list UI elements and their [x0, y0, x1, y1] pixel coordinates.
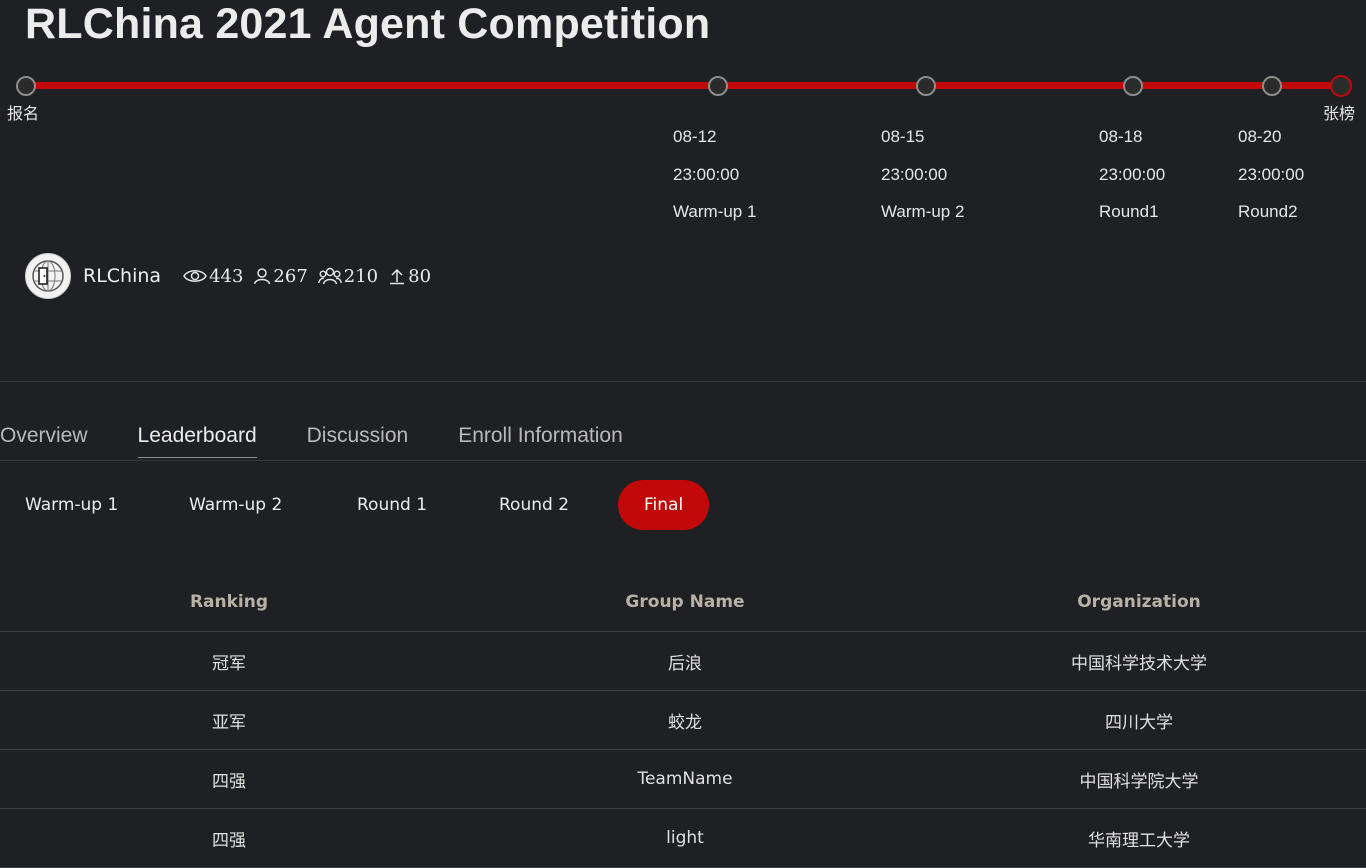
main-tabs: Overview Leaderboard Discussion Enroll I… — [0, 424, 673, 458]
stage-date: 08-20 — [1238, 127, 1282, 146]
stage-name: Round2 — [1238, 202, 1298, 221]
ranking-cell: 四强 — [0, 749, 458, 809]
table-row: 冠军 后浪 中国科学技术大学 — [0, 631, 1366, 691]
ranking-cell: 冠军 — [0, 631, 458, 691]
timeline-node-round1 — [1123, 76, 1143, 96]
views-count: 443 — [209, 265, 244, 287]
timeline-node-warmup1 — [708, 76, 728, 96]
timeline-stage-warmup1: 08-12 23:00:00 Warm-up 1 — [673, 118, 756, 231]
group-name-cell: TeamName — [458, 749, 912, 809]
upload-icon — [390, 268, 405, 285]
timeline-track — [25, 82, 1341, 89]
stage-name: Round1 — [1099, 202, 1159, 221]
group-name-cell: 后浪 — [458, 631, 912, 691]
avatar[interactable] — [25, 253, 71, 299]
team-icon — [317, 267, 342, 285]
user-icon — [254, 268, 271, 285]
group-name-cell: light — [458, 808, 912, 868]
tabs-divider — [0, 460, 1366, 461]
organization-cell: 中国科学院大学 — [912, 749, 1366, 809]
stage-time: 23:00:00 — [881, 164, 948, 184]
tab-enroll-information[interactable]: Enroll Information — [458, 424, 623, 458]
stage-date: 08-12 — [673, 127, 717, 146]
round-tab-warmup2[interactable]: Warm-up 2 — [189, 480, 282, 530]
round-tab-final[interactable]: Final — [618, 480, 710, 530]
eye-icon — [183, 270, 207, 282]
round-tab-round2[interactable]: Round 2 — [499, 480, 569, 530]
round-tab-round1[interactable]: Round 1 — [357, 480, 427, 530]
column-header-group-name: Group Name — [458, 573, 912, 632]
ranking-cell: 四强 — [0, 808, 458, 868]
organization-cell: 四川大学 — [912, 690, 1366, 750]
stage-date: 08-18 — [1099, 127, 1143, 146]
tab-discussion[interactable]: Discussion — [307, 424, 409, 458]
timeline-node-warmup2 — [916, 76, 936, 96]
stage-time: 23:00:00 — [1099, 164, 1166, 184]
table-row: 亚军 蛟龙 四川大学 — [0, 690, 1366, 750]
submissions-count: 80 — [408, 265, 432, 287]
table-row: 四强 light 华南理工大学 — [0, 808, 1366, 868]
column-header-organization: Organization — [912, 573, 1366, 632]
timeline-start-label: 报名 — [7, 104, 40, 123]
participants-stat: 267 — [253, 265, 308, 287]
section-divider — [0, 381, 1366, 382]
organizer-name[interactable]: RLChina — [83, 265, 161, 287]
views-stat: 443 — [183, 266, 243, 287]
teams-stat: 210 — [317, 265, 379, 287]
tab-overview[interactable]: Overview — [0, 424, 88, 458]
rlchina-logo-icon — [32, 260, 64, 292]
organizer-info: RLChina 443 267 210 80 — [25, 253, 431, 299]
stage-time: 23:00:00 — [673, 164, 740, 184]
group-name-cell: 蛟龙 — [458, 690, 912, 750]
timeline-stage-round1: 08-18 23:00:00 Round1 — [1099, 118, 1165, 231]
organization-cell: 中国科学技术大学 — [912, 631, 1366, 691]
tab-leaderboard[interactable]: Leaderboard — [137, 424, 257, 458]
teams-count: 210 — [343, 265, 379, 287]
timeline-stage-round2: 08-20 23:00:00 Round2 — [1238, 118, 1304, 231]
timeline-node-end — [1330, 75, 1352, 97]
organization-cell: 华南理工大学 — [912, 808, 1366, 868]
timeline-node-round2 — [1262, 76, 1282, 96]
stage-time: 23:00:00 — [1238, 164, 1305, 184]
timeline-stage-warmup2: 08-15 23:00:00 Warm-up 2 — [881, 118, 964, 231]
ranking-cell: 亚军 — [0, 690, 458, 750]
stage-name: Warm-up 1 — [673, 202, 757, 221]
timeline-node-start — [16, 76, 36, 96]
competition-stats: 443 267 210 80 — [183, 266, 431, 287]
page-title: RLChina 2021 Agent Competition — [25, 0, 711, 48]
table-header-row: Ranking Group Name Organization — [0, 573, 1366, 632]
submissions-stat: 80 — [388, 266, 431, 287]
stage-date: 08-15 — [881, 127, 925, 146]
table-row: 四强 TeamName 中国科学院大学 — [0, 749, 1366, 809]
participants-count: 267 — [273, 265, 308, 287]
leaderboard-table: Ranking Group Name Organization 冠军 后浪 中国… — [0, 573, 1366, 868]
column-header-ranking: Ranking — [0, 573, 458, 632]
round-tab-warmup1[interactable]: Warm-up 1 — [25, 480, 118, 530]
timeline-end-label: 张榜 — [1323, 104, 1356, 123]
stage-name: Warm-up 2 — [881, 202, 965, 221]
